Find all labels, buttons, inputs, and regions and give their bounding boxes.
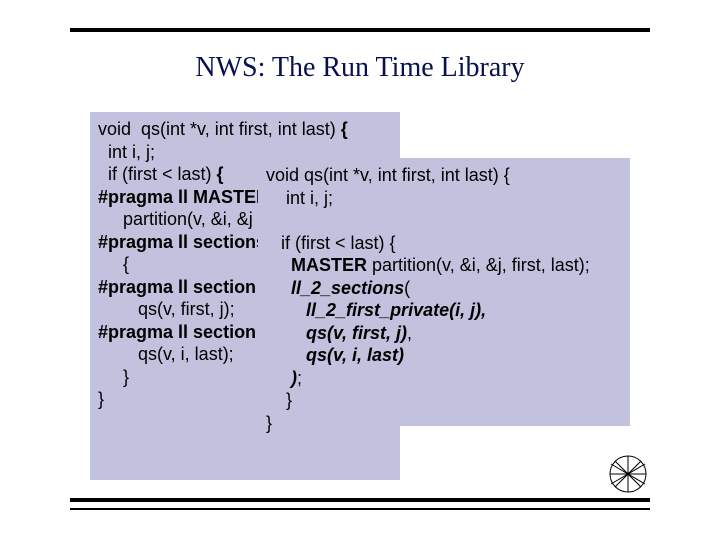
code-text: void qs(int *v, int first, int last): [98, 119, 341, 139]
code-text: (: [404, 278, 410, 298]
bottom-rule-thin: [70, 508, 650, 510]
code-text: }: [266, 390, 292, 410]
code-brace: {: [217, 164, 224, 184]
code-pragma: #pragma ll MASTER: [98, 187, 269, 207]
code-brace: {: [341, 119, 348, 139]
code-text: (i, j),: [449, 300, 486, 320]
code-keyword: MASTER: [291, 255, 367, 275]
code-text: [266, 300, 306, 320]
code-pragma: #pragma ll section: [98, 322, 256, 342]
code-text: ,: [407, 323, 412, 343]
code-text: }: [266, 413, 272, 433]
code-call: ll_2_first_private: [306, 300, 449, 320]
code-text: qs(v, first, j);: [98, 299, 235, 319]
code-text: if (first < last): [98, 164, 217, 184]
code-text: partition(v, &i, &j, first, last);: [367, 255, 590, 275]
code-text: ): [266, 368, 297, 388]
code-text: qs(v, first, j): [266, 323, 407, 343]
code-text: }: [98, 367, 129, 387]
logo-icon: [608, 454, 648, 494]
slide-title: NWS: The Run Time Library: [0, 52, 720, 84]
code-block-right: void qs(int *v, int first, int last) { i…: [258, 158, 630, 426]
top-rule: [70, 28, 650, 32]
code-text: void qs(int *v, int first, int last) {: [266, 165, 510, 185]
code-text: {: [98, 254, 129, 274]
code-text: }: [98, 389, 104, 409]
code-text: qs(v, i, last);: [98, 344, 234, 364]
code-text: int i, j;: [98, 142, 155, 162]
code-text: int i, j;: [266, 188, 333, 208]
code-text: if (first < last) {: [266, 233, 396, 253]
bottom-rule-thick: [70, 498, 650, 502]
code-call: ll_2_sections: [291, 278, 404, 298]
code-text: [266, 278, 291, 298]
code-text: [266, 255, 291, 275]
code-text: qs(v, i, last): [266, 345, 404, 365]
code-text: ;: [297, 368, 302, 388]
code-pragma: #pragma ll section: [98, 277, 256, 297]
